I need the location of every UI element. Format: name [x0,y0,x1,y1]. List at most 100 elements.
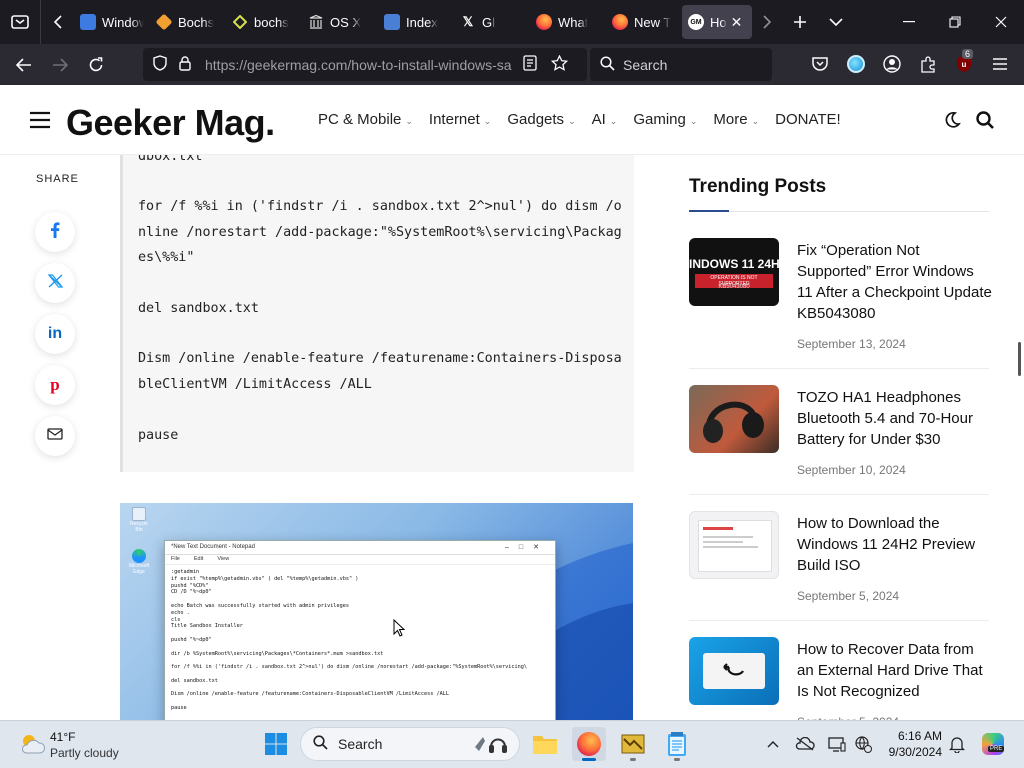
browser-tab[interactable]: Index [378,5,454,39]
notepad-text-line: Title Sandbox Installer [171,623,243,630]
post-title-link[interactable]: How to Recover Data from an External Har… [797,639,992,702]
notepad-text-line: dir /b %SystemRoot%\servicing\Packages\*… [171,650,384,657]
menu-item[interactable]: Gadgets ⌄ [507,111,575,128]
dark-mode-toggle-icon[interactable] [943,111,961,134]
start-button[interactable] [259,727,293,761]
share-pinterest-button[interactable]: p [35,365,75,405]
tab-scroll-right-icon[interactable] [752,0,782,44]
notepad-text-line: pushd "%~dp0" [171,637,212,643]
browser-tab[interactable]: Bochs [150,5,226,39]
tab-overview-icon[interactable] [0,0,40,44]
copilot-icon[interactable]: PRE [980,732,1006,756]
taskbar-clock-time[interactable]: 6:16 AM [892,729,942,743]
close-tab-icon[interactable]: ✕ [731,14,743,31]
page-scrollbar-thumb[interactable] [1018,342,1021,376]
browser-tab[interactable]: Windows [74,5,150,39]
taskbar-search-icon [313,735,328,753]
archive-icon [308,14,324,30]
taskbar-search-box[interactable]: Search [300,727,520,761]
extension-globe-icon[interactable] [844,52,868,76]
post-thumbnail[interactable] [689,637,779,705]
notepad-text-line: for /f %%i in ('findstr /i . sandbox.txt… [171,664,528,671]
menu-item[interactable]: Internet ⌄ [429,111,491,128]
weather-partly-cloudy-icon[interactable] [18,731,46,762]
notepad-taskbar-icon[interactable] [660,727,694,761]
post-thumbnail[interactable] [689,385,779,453]
weather-temperature[interactable]: 41°F [50,730,75,744]
menu-item[interactable]: PC & Mobile ⌄ [318,111,413,128]
search-icon [600,55,615,74]
site-search-icon[interactable] [976,111,994,134]
browser-tab[interactable]: OS X [302,5,378,39]
weather-description[interactable]: Partly cloudy [50,746,119,760]
forward-button[interactable] [42,49,78,81]
address-bar[interactable]: https://geekermag.com/how-to-install-win… [143,48,587,81]
share-linkedin-button[interactable]: in [35,314,75,354]
file-explorer-icon[interactable] [528,727,562,761]
chevron-down-icon: ⌄ [689,116,698,126]
menu-item[interactable]: DONATE! [775,111,841,128]
browser-tab[interactable]: 𝕏 Gl [454,5,530,39]
close-window-button[interactable] [978,0,1024,44]
post-divider [689,620,989,621]
show-hidden-icons-chevron[interactable] [762,732,784,756]
reader-view-icon[interactable] [523,55,537,74]
main-menu: PC & Mobile ⌄ Internet ⌄ Gadgets ⌄ AI ⌄ Gaming ⌄ M… [318,111,857,128]
lock-icon[interactable] [179,55,191,74]
recycle-bin-desktop-icon: Recycle Bin [126,507,152,533]
post-title-link[interactable]: TOZO HA1 Headphones Bluetooth 5.4 and 70… [797,387,992,450]
firefox-taskbar-icon[interactable] [572,727,606,761]
mouse-cursor-icon [393,618,406,642]
onedrive-offline-icon[interactable] [794,732,816,756]
ublock-origin-icon[interactable]: u 6 [952,49,976,76]
post-thumbnail[interactable]: INDOWS 11 24H OPERATION IS NOT SUPPORTED… [689,238,779,306]
menu-item-label: Internet [428,111,480,128]
browser-tab[interactable]: What [530,5,606,39]
menu-item-label: Gaming [633,111,686,128]
new-tab-button[interactable] [782,0,818,44]
pocket-icon[interactable] [808,52,832,76]
tab-title: What [558,14,589,30]
bookmark-star-icon[interactable] [550,54,569,74]
display-icon[interactable] [826,732,848,756]
notepad-text-line: pause [171,705,187,711]
share-facebook-button[interactable] [35,212,75,252]
post-title-link[interactable]: How to Download the Windows 11 24H2 Prev… [797,513,992,576]
menu-item[interactable]: Gaming ⌄ [633,111,697,128]
tracking-protection-shield-icon[interactable] [153,55,167,74]
snipping-app-icon[interactable] [616,727,650,761]
search-bar[interactable]: Search [590,48,772,81]
search-highlight-headphones-icon [471,733,507,758]
reload-button[interactable] [78,49,114,81]
network-globe-icon[interactable] [852,732,874,756]
back-button[interactable] [6,49,42,81]
url-text[interactable]: https://geekermag.com/how-to-install-win… [205,57,517,73]
notepad-menu-bar: File Edit View [165,555,555,565]
hamburger-menu-icon[interactable] [29,111,51,134]
browser-tab[interactable]: GM Ho ✕ [682,5,752,39]
browser-tab[interactable]: New T [606,5,682,39]
account-icon[interactable] [880,52,904,76]
post-thumbnail[interactable] [689,511,779,579]
copilot-pre-badge: PRE [988,746,1005,752]
post-title-link[interactable]: Fix “Operation Not Supported” Error Wind… [797,240,992,324]
firefox-icon [536,14,552,30]
share-x-button[interactable] [35,263,75,303]
list-all-tabs-icon[interactable] [818,0,854,44]
app-menu-icon[interactable] [988,52,1012,76]
post-date: September 10, 2024 [797,463,906,477]
code-line: dbox.txt [138,155,203,164]
site-logo[interactable]: Geeker Mag. [66,102,275,144]
title-accent [689,210,729,212]
restore-button[interactable] [932,0,978,44]
code-line: pause [138,428,179,443]
browser-tab[interactable]: bochs [226,5,302,39]
tab-scroll-left-icon[interactable] [40,0,74,44]
menu-item[interactable]: More ⌄ [713,111,759,128]
extensions-puzzle-icon[interactable] [916,52,940,76]
share-email-button[interactable] [35,416,75,456]
menu-item[interactable]: AI ⌄ [592,111,618,128]
notifications-bell-icon[interactable] [946,732,968,756]
minimize-button[interactable] [886,0,932,44]
taskbar-clock-date[interactable]: 9/30/2024 [878,745,942,759]
